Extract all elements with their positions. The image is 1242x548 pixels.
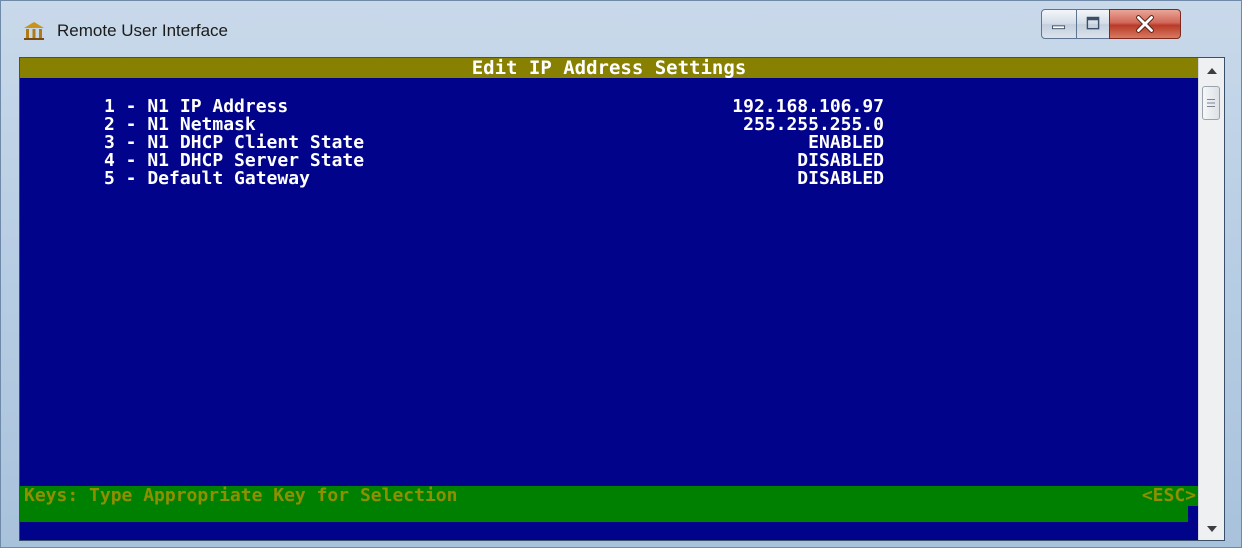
title-bar[interactable]: Remote User Interface [1, 1, 1241, 53]
chevron-up-icon [1206, 68, 1217, 74]
chevron-down-icon [1206, 526, 1217, 532]
scroll-down-button[interactable] [1199, 518, 1224, 540]
maximize-button[interactable] [1076, 9, 1110, 39]
scroll-thumb[interactable] [1202, 86, 1220, 120]
settings-menu: 1 - N1 IP Address 192.168.106.97 2 - N1 … [104, 98, 884, 188]
vertical-scrollbar[interactable] [1198, 58, 1224, 540]
maximize-icon [1086, 16, 1100, 30]
minimize-button[interactable] [1041, 9, 1077, 39]
menu-item-label: 5 - Default Gateway [104, 168, 310, 189]
close-icon [1136, 15, 1154, 33]
menu-item-value: DISABLED [797, 168, 884, 189]
minimize-icon [1052, 25, 1066, 30]
building-icon [24, 22, 44, 40]
app-window: Remote User Interface Edit IP Address Se… [0, 0, 1242, 548]
terminal-cursor [1188, 506, 1198, 522]
grip-icon [1207, 99, 1215, 107]
escape-key-hint[interactable]: <ESC> [1142, 486, 1196, 506]
close-button[interactable] [1109, 9, 1181, 39]
screen-header: Edit IP Address Settings [20, 58, 1198, 78]
window-title: Remote User Interface [57, 21, 229, 40]
menu-item-default-gateway[interactable]: 5 - Default Gateway DISABLED [104, 170, 884, 188]
keys-hint: Keys: Type Appropriate Key for Selection [24, 485, 458, 506]
terminal-screen[interactable]: Edit IP Address Settings 1 - N1 IP Addre… [19, 57, 1225, 541]
scroll-up-button[interactable] [1199, 60, 1224, 82]
keys-status-bar: Keys: Type Appropriate Key for Selection… [20, 486, 1198, 522]
